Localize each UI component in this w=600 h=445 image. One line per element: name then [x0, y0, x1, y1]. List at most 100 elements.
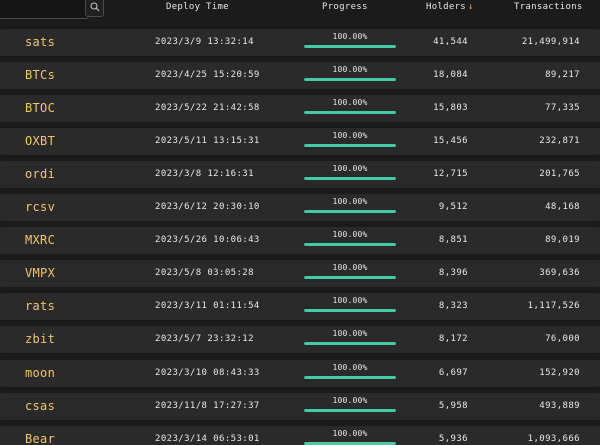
holders-cell: 5,936 [438, 433, 468, 444]
progress-bar [304, 243, 396, 247]
holders-cell: 8,851 [438, 235, 468, 246]
column-header-holders-label: Holders [426, 2, 467, 12]
progress-bar [304, 111, 396, 115]
token-list-page: Deploy Time Progress Holders ↓ Transactio… [0, 0, 600, 445]
transactions-cell: 152,920 [539, 367, 580, 378]
deploy-time-cell: 2023/5/8 03:05:28 [155, 268, 254, 279]
progress-bar [304, 342, 396, 346]
table-row[interactable]: zbit 2023/5/7 23:32:12 100.00% 8,172 76,000 [0, 326, 600, 354]
progress-bar [304, 276, 396, 280]
deploy-time-cell: 2023/5/7 23:32:12 [155, 334, 254, 345]
search-icon [89, 2, 99, 12]
deploy-time-cell: 2023/5/22 21:42:58 [155, 103, 260, 114]
ticker-link[interactable]: BTCs [25, 68, 55, 83]
search-input[interactable] [0, 0, 89, 19]
ticker-link[interactable]: rcsv [25, 200, 55, 215]
deploy-time-cell: 2023/3/10 08:43:33 [155, 367, 260, 378]
table-row[interactable]: csas 2023/11/8 17:27:37 100.00% 5,958 493,88… [0, 392, 600, 420]
ticker-link[interactable]: BTOC [25, 101, 55, 116]
progress-bar [304, 45, 396, 48]
progress-percent: 100.00% [332, 395, 368, 405]
progress-bar-fill [304, 111, 396, 115]
deploy-time-cell: 2023/5/26 10:06:43 [155, 235, 260, 246]
transactions-cell: 201,765 [539, 169, 580, 180]
deploy-time-cell: 2023/3/11 01:11:54 [155, 301, 260, 312]
search-button[interactable] [85, 0, 104, 17]
transactions-cell: 493,889 [539, 400, 580, 411]
ticker-link[interactable]: sats [25, 35, 55, 50]
table-row[interactable]: ordi 2023/3/8 12:16:31 100.00% 12,715 201,76… [0, 161, 600, 189]
ticker-link[interactable]: rats [25, 299, 55, 314]
ticker-link[interactable]: moon [25, 366, 55, 381]
column-header-holders[interactable]: Holders ↓ [426, 2, 474, 13]
ticker-link[interactable]: csas [25, 399, 55, 414]
holders-cell: 15,456 [433, 136, 468, 147]
table-row[interactable]: moon 2023/3/10 08:43:33 100.00% 6,697 152,92… [0, 359, 600, 387]
table-row[interactable]: rats 2023/3/11 01:11:54 100.00% 8,323 1,117,… [0, 293, 600, 321]
transactions-cell: 76,000 [545, 334, 580, 345]
progress-percent: 100.00% [332, 131, 368, 141]
ticker-link[interactable]: Bear [25, 432, 55, 445]
progress-bar-fill [304, 144, 396, 148]
holders-cell: 5,958 [438, 400, 468, 411]
table-row[interactable]: rcsv 2023/6/12 20:30:10 100.00% 9,512 48,168 [0, 194, 600, 222]
progress-bar [304, 78, 396, 82]
holders-cell: 41,544 [433, 37, 468, 47]
column-header-deploy-time[interactable]: Deploy Time [166, 2, 229, 13]
transactions-cell: 21,499,914 [521, 37, 580, 47]
progress-bar-fill [304, 408, 396, 412]
progress-percent: 100.00% [332, 230, 368, 240]
holders-cell: 8,323 [438, 301, 468, 312]
column-header-transactions[interactable]: Transactions [514, 2, 583, 13]
holders-cell: 12,715 [433, 169, 468, 180]
holders-cell: 6,697 [438, 367, 468, 378]
progress-percent: 100.00% [332, 32, 368, 41]
deploy-time-cell: 2023/3/9 13:32:14 [155, 37, 254, 47]
table-row[interactable]: MXRC 2023/5/26 10:06:43 100.00% 8,851 89,019 [0, 227, 600, 255]
progress-percent: 100.00% [332, 98, 368, 108]
transactions-cell: 1,117,526 [527, 301, 580, 312]
table-row[interactable]: VMPX 2023/5/8 03:05:28 100.00% 8,396 369,636 [0, 260, 600, 288]
progress-percent: 100.00% [332, 362, 368, 372]
table-row[interactable]: Bear 2023/3/14 06:53:01 100.00% 5,936 1,093,… [0, 425, 600, 445]
deploy-time-cell: 2023/6/12 20:30:10 [155, 202, 260, 213]
progress-bar [304, 144, 396, 148]
progress-bar-fill [304, 309, 396, 313]
progress-percent: 100.00% [332, 65, 368, 75]
transactions-cell: 48,168 [545, 202, 580, 213]
table-row[interactable]: sats 2023/3/9 13:32:14 100.00% 41,544 21,499… [0, 29, 600, 56]
sort-down-icon: ↓ [468, 2, 474, 12]
progress-percent: 100.00% [332, 164, 368, 174]
column-header-progress[interactable]: Progress [322, 2, 368, 13]
ticker-link[interactable]: OXBT [25, 134, 55, 149]
deploy-time-cell: 2023/3/8 12:16:31 [155, 169, 254, 180]
ticker-link[interactable]: MXRC [25, 233, 55, 248]
table-row[interactable]: OXBT 2023/5/11 13:15:31 100.00% 15,456 232,8… [0, 128, 600, 156]
transactions-cell: 369,636 [539, 268, 580, 279]
ticker-link[interactable]: ordi [25, 167, 55, 182]
transactions-cell: 89,217 [545, 70, 580, 81]
progress-bar-fill [304, 177, 396, 181]
progress-bar [304, 309, 396, 313]
ticker-link[interactable]: zbit [25, 332, 55, 347]
progress-bar-fill [304, 210, 396, 214]
transactions-cell: 89,019 [545, 235, 580, 246]
progress-bar [304, 210, 396, 214]
progress-bar [304, 441, 396, 445]
progress-percent: 100.00% [332, 296, 368, 306]
progress-bar-fill [304, 45, 396, 48]
progress-bar-fill [304, 276, 396, 280]
table-row[interactable]: BTOC 2023/5/22 21:42:58 100.00% 15,803 77,33… [0, 95, 600, 123]
holders-cell: 18,084 [433, 70, 468, 81]
progress-bar-fill [304, 342, 396, 346]
progress-bar-fill [304, 243, 396, 247]
deploy-time-cell: 2023/5/11 13:15:31 [155, 136, 260, 147]
ticker-link[interactable]: VMPX [25, 266, 55, 281]
progress-percent: 100.00% [332, 197, 368, 207]
deploy-time-cell: 2023/3/14 06:53:01 [155, 433, 260, 444]
progress-bar [304, 375, 396, 379]
table-row[interactable]: BTCs 2023/4/25 15:20:59 100.00% 18,084 89,21… [0, 62, 600, 90]
transactions-cell: 77,335 [545, 103, 580, 114]
progress-percent: 100.00% [332, 428, 368, 438]
holders-cell: 9,512 [438, 202, 468, 213]
